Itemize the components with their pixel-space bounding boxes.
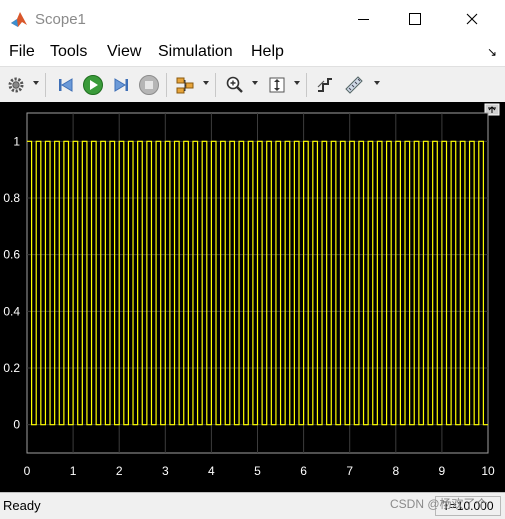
measure-dropdown-icon[interactable] — [374, 81, 380, 85]
toolbar — [0, 66, 505, 104]
step-back-icon — [59, 78, 73, 92]
settings-dropdown-icon[interactable] — [33, 81, 39, 85]
menu-file[interactable]: File — [9, 43, 35, 61]
minimize-icon — [357, 18, 369, 20]
zoom-dropdown-icon[interactable] — [252, 81, 258, 85]
dock-arrow-icon[interactable]: ↘ — [487, 45, 497, 59]
x-tick-label: 0 — [24, 464, 31, 478]
toolbar-separator — [215, 73, 216, 97]
watermark: CSDN @杨欢了个 — [390, 497, 488, 511]
menu-simulation[interactable]: Simulation — [158, 43, 233, 61]
zoom-in-icon — [226, 76, 243, 93]
close-icon — [466, 13, 478, 25]
step-back-button[interactable] — [54, 73, 78, 97]
autoscale-button[interactable] — [265, 73, 289, 97]
run-button[interactable] — [81, 73, 105, 97]
step-forward-button[interactable] — [109, 73, 133, 97]
step-forward-icon — [114, 78, 128, 92]
toolbar-separator — [306, 73, 307, 97]
maximize-icon — [409, 13, 421, 25]
x-tick-label: 6 — [300, 464, 307, 478]
title-bar: Scope1 — [0, 0, 505, 38]
x-tick-label: 5 — [254, 464, 261, 478]
signal-selector-button[interactable] — [173, 73, 197, 97]
stop-icon — [139, 75, 159, 95]
y-tick-label: 0 — [13, 418, 20, 432]
window-title: Scope1 — [35, 11, 86, 28]
signal-selector-dropdown-icon[interactable] — [203, 81, 209, 85]
autoscale-icon — [269, 77, 285, 93]
y-tick-label: 0.6 — [3, 248, 20, 262]
y-tick-label: 0.8 — [3, 191, 20, 205]
scope-plot[interactable]: 0 0.2 0.4 0.6 0.8 1 0 1 2 3 4 5 6 7 8 9 10 — [0, 102, 505, 492]
signal-line — [27, 140, 488, 426]
menu-bar: File Tools View Simulation Help — [0, 38, 505, 66]
y-tick-label: 0.4 — [3, 304, 20, 318]
autoscale-dropdown-icon[interactable] — [294, 81, 300, 85]
measure-icon — [345, 76, 363, 94]
y-tick-label: 0.2 — [3, 361, 20, 375]
status-text: Ready — [3, 498, 41, 513]
x-tick-label: 3 — [162, 464, 169, 478]
run-icon — [83, 75, 103, 95]
menu-help[interactable]: Help — [251, 43, 284, 61]
x-tick-label: 8 — [392, 464, 399, 478]
settings-button[interactable] — [4, 73, 28, 97]
zoom-button[interactable] — [223, 73, 247, 97]
x-tick-label: 10 — [481, 464, 495, 478]
toolbar-separator — [45, 73, 46, 97]
signal-highlight-button[interactable] — [313, 73, 337, 97]
x-tick-label: 1 — [70, 464, 77, 478]
menu-tools[interactable]: Tools — [50, 43, 87, 61]
x-tick-label: 2 — [116, 464, 123, 478]
toolbar-separator — [166, 73, 167, 97]
y-tick-label: 1 — [13, 134, 20, 148]
stop-button[interactable] — [137, 73, 161, 97]
close-button[interactable] — [449, 0, 495, 38]
matlab-logo-icon — [10, 10, 28, 28]
signal-highlight-icon — [317, 78, 332, 92]
x-tick-label: 4 — [208, 464, 215, 478]
x-tick-label: 9 — [439, 464, 446, 478]
gear-icon — [8, 77, 24, 93]
x-tick-labels: 0 1 2 3 4 5 6 7 8 9 10 — [24, 464, 495, 478]
x-tick-label: 7 — [346, 464, 353, 478]
maximize-button[interactable] — [392, 0, 438, 38]
measure-button[interactable] — [342, 73, 366, 97]
minimize-button[interactable] — [340, 0, 386, 38]
y-tick-labels: 0 0.2 0.4 0.6 0.8 1 — [3, 134, 20, 431]
menu-view[interactable]: View — [107, 43, 141, 61]
signal-selector-icon — [176, 77, 194, 94]
